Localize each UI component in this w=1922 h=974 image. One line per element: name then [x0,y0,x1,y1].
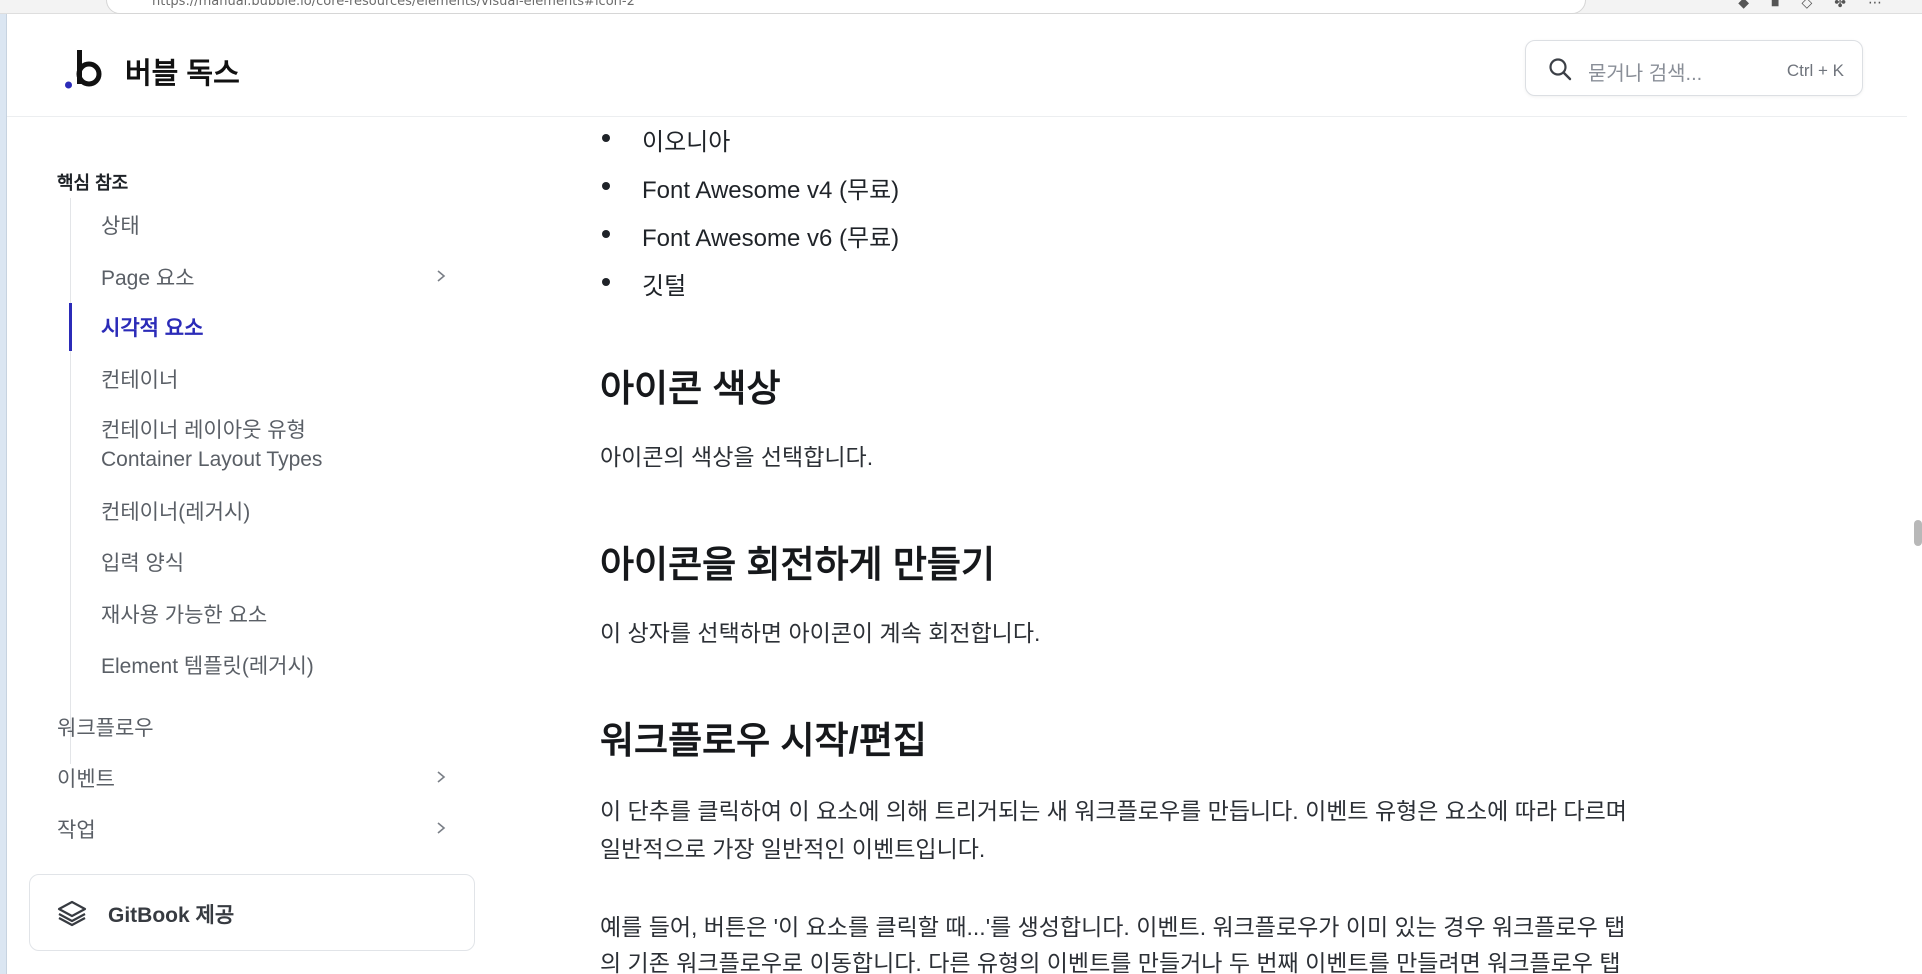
sidebar-section-title: 핵심 참조 [57,173,129,193]
site-title[interactable]: 버블 독스 [125,50,240,92]
search-input[interactable]: 묻거나 검색... Ctrl + K [1525,40,1863,96]
sidebar-item-input-forms[interactable]: 입력 양식 [101,547,184,577]
sidebar-item-sublabel: Container Layout Types [101,448,323,471]
extension-icon[interactable]: ■ [1771,0,1779,11]
sidebar-nav-guide-line [70,198,71,764]
active-indicator [69,303,72,351]
gitbook-icon [57,900,87,927]
sidebar-item-reusable-elements[interactable]: 재사용 가능한 요소 [101,599,267,629]
puzzle-icon[interactable]: ✤ [1834,0,1846,11]
sidebar-item-workflows[interactable]: 워크플로우 [57,712,154,742]
search-icon [1549,58,1572,81]
sidebar-item-label: 컨테이너 레이아웃 유형 [101,419,306,442]
menu-icon[interactable]: ⋯ [1868,0,1882,11]
paragraph: 아이콘의 색상을 선택합니다. [600,444,874,470]
sidebar-item-container-layout-types[interactable]: 컨테이너 레이아웃 유형 Container Layout Types [101,414,322,472]
sidebar-item-containers-legacy[interactable]: 컨테이너(레거시) [101,496,250,526]
list-item-text: 이오니아 [642,129,731,156]
paragraph: 일반적으로 가장 일반적인 이벤트입니다. [600,836,986,862]
window-left-edge [0,0,7,974]
paragraph: 예를 들어, 버튼은 '이 요소를 클릭할 때...'를 생성합니다. 이벤트.… [600,914,1626,940]
sidebar-item-events[interactable]: 이벤트 [57,763,115,793]
browser-extension-icons: ◆ ■ ◇ ✤ ⋯ [1738,0,1882,11]
extension-icon[interactable]: ◇ [1801,0,1812,11]
page-root: https://manual.bubble.io/core-resources/… [0,0,1922,974]
paragraph: 이 상자를 선택하면 아이콘이 계속 회전합니다. [600,620,1041,646]
search-placeholder: 묻거나 검색... [1588,63,1703,85]
paragraph: 이 단추를 클릭하여 이 요소에 의해 트리거되는 새 워크플로우를 만듭니다.… [600,798,1627,824]
heading-workflow: 워크플로우 시작/편집 [600,720,927,761]
sidebar-item-state[interactable]: 상태 [101,210,140,240]
paragraph: 의 기존 워크플로우로 이동합니다. 다른 유형의 이벤트를 만들거나 두 번째… [600,950,1621,974]
gitbook-label: GitBook 제공 [108,904,235,927]
page-scrollbar[interactable] [1914,520,1922,546]
sidebar-item-containers[interactable]: 컨테이너 [101,364,178,394]
powered-by-gitbook-link[interactable]: GitBook 제공 [29,874,475,951]
extension-icon[interactable]: ◆ [1738,0,1749,11]
sidebar: 핵심 참조 상태 Page 요소 시각적 요소 컨테이너 컨테이너 레이아웃 유… [7,118,487,974]
main-content: 이오니아 Font Awesome v4 (무료) Font Awesome v… [600,118,1760,974]
chevron-right-icon[interactable] [434,770,448,784]
list-item-text: Font Awesome v4 (무료) [642,177,900,204]
browser-toolbar: https://manual.bubble.io/core-resources/… [0,0,1922,14]
chevron-right-icon[interactable] [434,821,448,835]
search-shortcut-hint: Ctrl + K [1786,61,1844,80]
bubble-logo-icon[interactable] [65,48,107,90]
chevron-right-icon[interactable] [434,269,448,283]
sidebar-item-actions[interactable]: 작업 [57,814,96,844]
list-item-text: Font Awesome v6 (무료) [642,225,900,252]
heading-spin-icon: 아이콘을 회전하게 만들기 [600,544,995,585]
sidebar-item-visual-elements[interactable]: 시각적 요소 [101,312,203,342]
heading-icon-color: 아이콘 색상 [600,368,781,409]
address-bar-url[interactable]: https://manual.bubble.io/core-resources/… [152,0,635,9]
sidebar-item-element-templates[interactable]: Element 템플릿(레거시) [101,650,314,680]
site-header: 버블 독스 묻거나 검색... Ctrl + K [7,14,1907,117]
sidebar-item-page-elements[interactable]: Page 요소 [101,262,195,292]
list-item-text: 깃털 [642,273,687,300]
